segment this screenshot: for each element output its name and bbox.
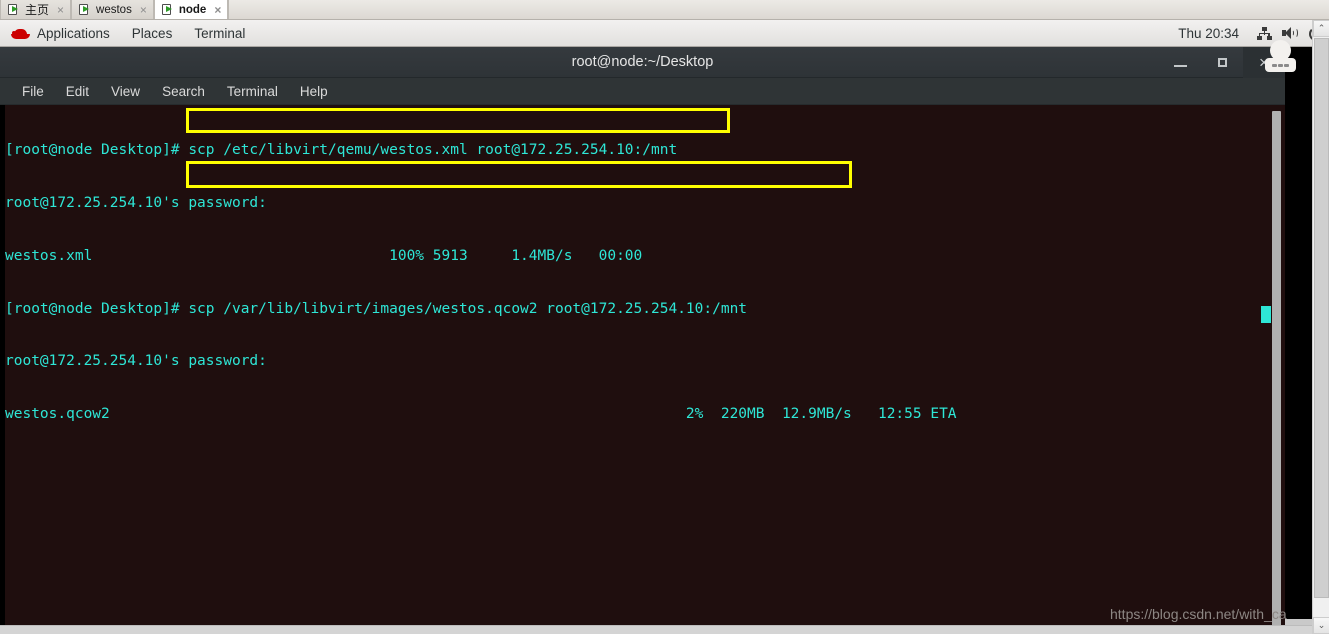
menu-search-label: Search (162, 83, 205, 99)
menu-search[interactable]: Search (151, 78, 216, 105)
terminal-text: [root@node Desktop]# scp /etc/libvirt/qe… (5, 107, 957, 459)
close-icon[interactable]: × (140, 4, 147, 16)
applications-menu-label: Applications (37, 25, 110, 41)
browser-tab-label: westos (96, 3, 132, 16)
menu-terminal-label: Terminal (226, 83, 278, 99)
close-button[interactable]: × (1243, 47, 1285, 78)
scroll-down-arrow-icon[interactable]: ⌄ (1313, 617, 1329, 634)
menu-view[interactable]: View (100, 78, 151, 105)
terminal-menubar: File Edit View Search Terminal Help (0, 78, 1285, 105)
menu-edit[interactable]: Edit (55, 78, 100, 105)
panel-status-area: Thu 20:34 (1166, 20, 1329, 47)
terminal-menu[interactable]: Terminal (183, 20, 256, 47)
menu-file-label: File (22, 83, 44, 99)
scroll-up-arrow-icon[interactable]: ⌃ (1313, 20, 1329, 37)
places-menu[interactable]: Places (121, 20, 184, 47)
terminal-line: [root@node Desktop]# scp /etc/libvirt/qe… (5, 142, 678, 159)
page-scrollbar-thumb[interactable] (1314, 38, 1329, 598)
terminal-window: root@node:~/Desktop × File Edit View Sea… (0, 47, 1285, 634)
highlight-box-scp-qcow2-command (186, 161, 852, 188)
terminal-scrollbar-thumb[interactable] (1272, 111, 1281, 627)
terminal-menu-label: Terminal (194, 25, 246, 41)
menu-help[interactable]: Help (289, 78, 339, 105)
applications-menu[interactable]: Applications (0, 20, 121, 47)
volume-icon[interactable] (1277, 20, 1303, 47)
menu-file[interactable]: File (11, 78, 55, 105)
redhat-logo-icon (11, 27, 30, 40)
close-icon: × (1259, 53, 1269, 72)
terminal-line: [root@node Desktop]# scp /var/lib/libvir… (5, 300, 748, 317)
window-controls: × (1159, 47, 1285, 78)
maximize-button[interactable] (1201, 47, 1243, 78)
close-icon[interactable]: × (214, 4, 221, 16)
watermark: https://blog.csdn.net/with_ca (1110, 606, 1287, 622)
menu-help-label: Help (299, 83, 328, 99)
browser-tab-node[interactable]: node × (153, 0, 229, 19)
tab-strip-empty-area (228, 0, 1329, 19)
terminal-line: root@172.25.254.10's password: (5, 194, 267, 211)
page-vertical-scrollbar[interactable]: ⌃ ⌄ (1312, 20, 1329, 634)
places-menu-label: Places (131, 25, 173, 41)
document-play-icon (79, 3, 91, 16)
document-play-icon (161, 3, 174, 16)
document-play-icon (8, 3, 20, 16)
terminal-scrollbar[interactable] (1271, 105, 1282, 634)
panel-clock[interactable]: Thu 20:34 (1166, 26, 1251, 41)
screen-black-gap (1285, 47, 1312, 619)
terminal-titlebar[interactable]: root@node:~/Desktop × (0, 47, 1285, 78)
terminal-title: root@node:~/Desktop (571, 54, 714, 70)
bottom-bar (0, 625, 1312, 634)
minimize-button[interactable] (1159, 47, 1201, 78)
gnome-top-panel: Applications Places Terminal Thu 20:34 (0, 20, 1329, 47)
browser-tab-label: node (178, 3, 207, 16)
browser-tab-westos[interactable]: westos × (71, 0, 154, 19)
highlight-box-scp-xml-command (186, 108, 730, 133)
terminal-line: westos.qcow2 2% 220MB 12.9MB/s 12:55 ETA (5, 406, 957, 423)
network-icon[interactable] (1251, 20, 1277, 47)
menu-edit-label: Edit (65, 83, 90, 99)
menu-view-label: View (111, 83, 141, 99)
screen: 主页 × westos × node × Applications Places… (0, 0, 1329, 634)
close-icon[interactable]: × (57, 4, 64, 16)
terminal-line: root@172.25.254.10's password: (5, 353, 267, 370)
browser-tab-label: 主页 (25, 3, 50, 17)
browser-tab-home[interactable]: 主页 × (0, 0, 72, 19)
browser-tab-strip: 主页 × westos × node × (0, 0, 1329, 20)
terminal-line: westos.xml 100% 5913 1.4MB/s 00:00 (5, 247, 643, 264)
menu-terminal[interactable]: Terminal (216, 78, 289, 105)
